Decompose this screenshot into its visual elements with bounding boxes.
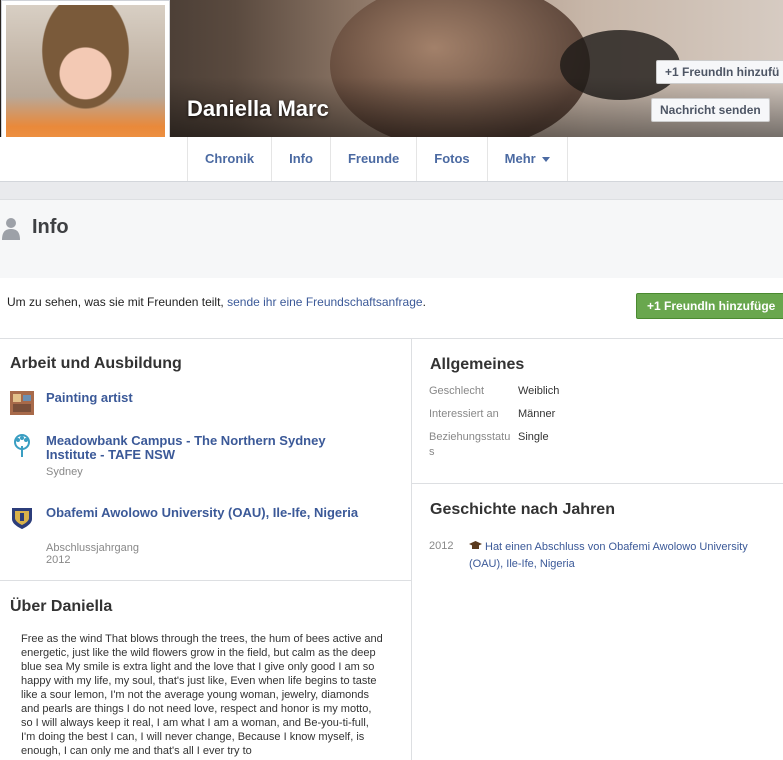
info-header: Info: [0, 199, 783, 279]
history-title: Geschichte nach Jahren: [430, 501, 615, 518]
tab-mehr-label: Mehr: [504, 151, 536, 166]
history-event-link[interactable]: Hat einen Abschluss von Obafemi Awolowo …: [469, 539, 783, 573]
friend-request-prefix: Um zu sehen, was sie mit Freunden teilt,: [7, 295, 228, 309]
relationship-value: Single: [518, 431, 549, 443]
university-crest-icon: [12, 508, 32, 529]
general-title: Allgemeines: [430, 356, 525, 373]
profile-tabs: Chronik Info Freunde Fotos Mehr: [187, 137, 568, 181]
relationship-label: Beziehungsstatus: [429, 431, 511, 458]
painting-icon: [10, 391, 34, 415]
about-text: Free as the wind That blows through the …: [21, 633, 383, 757]
tab-freunde[interactable]: Freunde: [331, 137, 418, 181]
work-title-link[interactable]: Meadowbank Campus - The Northern Sydney …: [46, 434, 366, 462]
add-friend-button-cover[interactable]: +1 FreundIn hinzufü: [656, 60, 783, 84]
page-title: Info: [32, 216, 69, 238]
person-icon: [2, 218, 20, 240]
divider: [412, 483, 783, 484]
divider: [0, 580, 411, 581]
profile-name[interactable]: Daniella Marc: [187, 96, 329, 122]
about-title: Über Daniella: [10, 598, 113, 615]
friend-request-suffix: .: [422, 295, 426, 309]
friend-request-strip: Um zu sehen, was sie mit Freunden teilt,…: [0, 278, 783, 339]
work-title-link[interactable]: Painting artist: [46, 391, 366, 405]
tab-info[interactable]: Info: [272, 137, 331, 181]
work-subtitle: Abschlussjahrgang 2012: [46, 542, 139, 566]
tree-icon: [14, 434, 30, 457]
friend-request-text: Um zu sehen, was sie mit Freunden teilt,…: [7, 295, 426, 309]
add-friend-button[interactable]: +1 FreundIn hinzufüge: [636, 293, 783, 319]
gender-value: Weiblich: [518, 385, 560, 397]
profile-picture-image: [6, 5, 165, 157]
send-friend-request-link[interactable]: sende ihr eine Freundschaftsanfrage: [227, 295, 422, 309]
tab-fotos[interactable]: Fotos: [417, 137, 488, 181]
work-education-title: Arbeit und Ausbildung: [10, 355, 182, 372]
interested-in-label: Interessiert an: [429, 408, 499, 420]
left-column: Arbeit und Ausbildung Painting artist Me…: [0, 339, 412, 760]
profile-nav-bar: Chronik Info Freunde Fotos Mehr: [0, 137, 783, 182]
work-title-link[interactable]: Obafemi Awolowo University (OAU), Ile-If…: [46, 506, 366, 520]
tab-mehr[interactable]: Mehr: [488, 137, 568, 181]
chevron-down-icon: [541, 157, 550, 163]
work-subtitle: Sydney: [46, 466, 83, 478]
send-message-button[interactable]: Nachricht senden: [651, 98, 770, 122]
interested-in-value: Männer: [518, 408, 556, 420]
gender-label: Geschlecht: [429, 385, 485, 397]
right-column: Allgemeines Geschlecht Weiblich Interess…: [412, 339, 783, 760]
history-year: 2012: [429, 540, 454, 552]
tab-chronik[interactable]: Chronik: [188, 137, 273, 181]
